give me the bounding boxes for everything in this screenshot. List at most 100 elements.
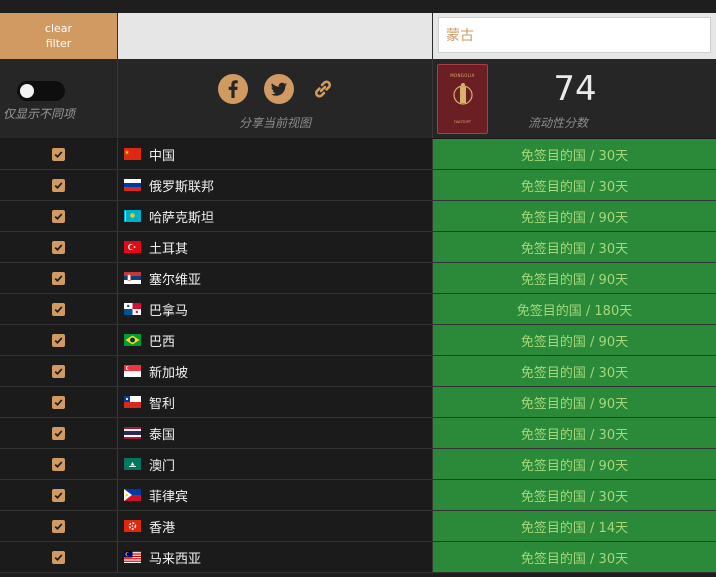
passport-search-input[interactable] <box>438 17 711 53</box>
select-cell <box>0 139 118 169</box>
row-checkbox[interactable] <box>52 333 65 347</box>
checkmark-icon <box>54 181 63 189</box>
checkmark-icon <box>54 460 63 468</box>
share-cell: 分享当前视图 <box>118 59 433 138</box>
select-cell <box>0 325 118 355</box>
row-checkbox[interactable] <box>52 550 65 564</box>
country-name: 香港 <box>149 520 176 536</box>
country-name: 泰国 <box>149 427 176 443</box>
checkmark-icon <box>54 429 63 437</box>
clear-filter-line2: filter <box>45 37 72 50</box>
share-label: 分享当前视图 <box>238 116 311 130</box>
row-checkbox[interactable] <box>52 364 65 378</box>
link-icon[interactable] <box>310 76 336 102</box>
top-strip <box>0 0 716 13</box>
country-name: 智利 <box>149 396 176 412</box>
table-row: 巴西 免签目的国 / 90天 <box>0 325 716 356</box>
row-checkbox[interactable] <box>52 395 65 409</box>
clear-filter-button[interactable]: clear filter <box>0 13 118 59</box>
select-cell <box>0 263 118 293</box>
toggle-knob <box>20 84 34 98</box>
clear-filter-line1: clear <box>44 22 73 35</box>
country-cell: 塞尔维亚 <box>118 263 433 293</box>
flag-tr-icon <box>124 241 141 253</box>
row-checkbox[interactable] <box>52 271 65 285</box>
twitter-icon[interactable] <box>264 74 294 104</box>
checkmark-icon <box>54 491 63 499</box>
visa-status-cell: 免签目的国 / 90天 <box>433 325 716 355</box>
visa-status-cell: 免签目的国 / 30天 <box>433 418 716 448</box>
row-checkbox[interactable] <box>52 488 65 502</box>
country-cell: 马来西亚 <box>118 542 433 572</box>
visa-status-cell: 免签目的国 / 30天 <box>433 139 716 169</box>
country-cell: 巴西 <box>118 325 433 355</box>
flag-ph-icon <box>124 489 141 501</box>
flag-ru-icon <box>124 179 141 191</box>
only-diff-toggle[interactable] <box>17 81 65 101</box>
facebook-icon[interactable] <box>218 74 248 104</box>
mobility-score: 74 <box>553 69 597 109</box>
flag-rs-icon <box>124 272 141 284</box>
row-checkbox[interactable] <box>52 426 65 440</box>
country-name: 菲律宾 <box>149 489 189 505</box>
header-blank <box>118 13 433 59</box>
visa-status-cell: 免签目的国 / 30天 <box>433 542 716 572</box>
checkmark-icon <box>54 367 63 375</box>
passport-title: MONGOLIA <box>450 73 475 78</box>
select-cell <box>0 170 118 200</box>
table-row: 泰国 免签目的国 / 30天 <box>0 418 716 449</box>
only-diff-label: 仅显示不同项 <box>3 107 76 121</box>
country-cell: 香港 <box>118 511 433 541</box>
table-row: 澳门 免签目的国 / 90天 <box>0 449 716 480</box>
checkmark-icon <box>54 553 63 561</box>
row-checkbox[interactable] <box>52 209 65 223</box>
row-checkbox[interactable] <box>52 302 65 316</box>
checkmark-icon <box>54 274 63 282</box>
visa-status-cell: 免签目的国 / 90天 <box>433 263 716 293</box>
header-row: clear filter <box>0 13 716 59</box>
passport-cell: MONGOLIA ПАСПОРТ 74 流动性分数 <box>433 59 716 138</box>
country-rows: 中国 免签目的国 / 30天 俄罗斯联邦 免签目的国 / 30天 哈萨克斯坦 免签目的国 … <box>0 139 716 573</box>
visa-status-cell: 免签目的国 / 180天 <box>433 294 716 324</box>
flag-br-icon <box>124 334 141 346</box>
mobility-score-label: 流动性分数 <box>528 116 589 130</box>
flag-hk-icon <box>124 520 141 532</box>
flag-sg-icon <box>124 365 141 377</box>
flag-pa-icon <box>124 303 141 315</box>
visa-status-cell: 免签目的国 / 30天 <box>433 170 716 200</box>
select-cell <box>0 294 118 324</box>
table-row: 土耳其 免签目的国 / 30天 <box>0 232 716 263</box>
visa-status-cell: 免签目的国 / 14天 <box>433 511 716 541</box>
checkmark-icon <box>54 398 63 406</box>
country-name: 澳门 <box>149 458 176 474</box>
table-row: 俄罗斯联邦 免签目的国 / 30天 <box>0 170 716 201</box>
country-name: 土耳其 <box>149 241 189 257</box>
diff-toggle-cell: 仅显示不同项 <box>0 59 118 138</box>
row-checkbox[interactable] <box>52 240 65 254</box>
checkmark-icon <box>54 305 63 313</box>
select-cell <box>0 356 118 386</box>
table-row: 智利 免签目的国 / 90天 <box>0 387 716 418</box>
controls-row: 仅显示不同项 分享当前视图 MONGOLIA ПАСПОРТ 74 流动性分数 <box>0 59 716 139</box>
table-row: 新加坡 免签目的国 / 30天 <box>0 356 716 387</box>
visa-status-cell: 免签目的国 / 90天 <box>433 449 716 479</box>
row-checkbox[interactable] <box>52 457 65 471</box>
country-cell: 泰国 <box>118 418 433 448</box>
share-icons <box>218 74 336 104</box>
country-cell: 中国 <box>118 139 433 169</box>
row-checkbox[interactable] <box>52 519 65 533</box>
visa-status-cell: 免签目的国 / 90天 <box>433 387 716 417</box>
row-checkbox[interactable] <box>52 147 65 161</box>
row-checkbox[interactable] <box>52 178 65 192</box>
select-cell <box>0 201 118 231</box>
country-name: 中国 <box>149 148 176 164</box>
country-cell: 新加坡 <box>118 356 433 386</box>
visa-status-cell: 免签目的国 / 30天 <box>433 356 716 386</box>
checkmark-icon <box>54 336 63 344</box>
flag-my-icon <box>124 551 141 563</box>
country-name: 巴拿马 <box>149 303 189 319</box>
select-cell <box>0 511 118 541</box>
checkmark-icon <box>54 150 63 158</box>
passport-cover-image: MONGOLIA ПАСПОРТ <box>437 64 488 134</box>
select-cell <box>0 418 118 448</box>
